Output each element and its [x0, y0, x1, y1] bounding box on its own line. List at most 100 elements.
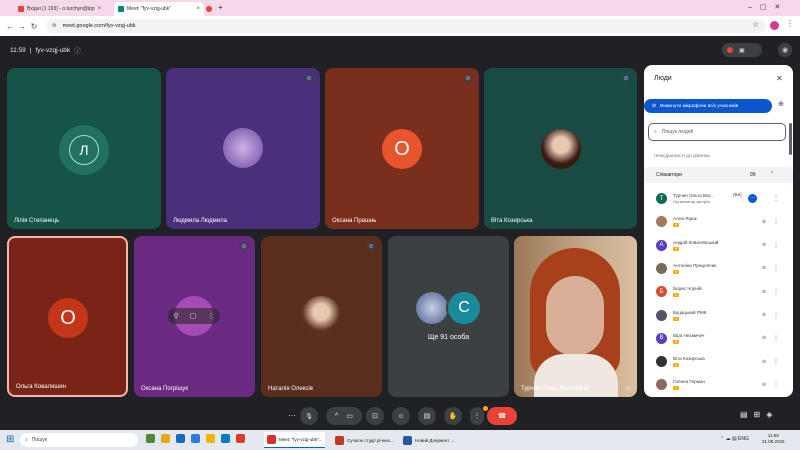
taskbar-app[interactable]: Сучасні студії річних... [332, 432, 397, 448]
windows-taskbar: ⊞ ⌕ Пошук Meet: "fyv-vzqj-ubk"... Сучасні… [0, 430, 800, 450]
star-icon[interactable]: ☆ [752, 20, 759, 29]
participant-row[interactable]: Галина Герман ✎ ⊘ ⋮ [644, 373, 793, 396]
participant-text: Турчин Ольга Вас... Організатор зустрічі [673, 193, 715, 205]
mic-off-icon[interactable]: ⊘ [762, 242, 766, 248]
close-icon[interactable]: × [98, 6, 102, 12]
participant-row[interactable]: Антоніна Прицепчик ✎ ⊘ ⋮ [644, 257, 793, 280]
reactions-button[interactable]: ☺ [392, 407, 410, 425]
add-person-icon[interactable]: ⊕ [778, 100, 784, 108]
back-icon[interactable]: ← [4, 22, 16, 31]
tile-hover-controls[interactable]: ⚲ ▢ ⋮ [168, 308, 220, 324]
participant-avatar: Т [656, 193, 667, 204]
participant-tile-video[interactable]: Турчин Ольга Василівна ▭ [514, 236, 637, 397]
mic-button[interactable]: 🎙 [300, 407, 318, 425]
more-icon[interactable]: ⋮ [773, 358, 779, 365]
more-participants-tile[interactable]: С Ще 91 особа [388, 236, 509, 397]
more-icon[interactable]: ⋮ [773, 288, 779, 295]
participant-tile-speaking[interactable]: О Ольга Ковалишин [7, 236, 128, 397]
mic-off-icon[interactable]: ⊘ [762, 382, 766, 388]
widget-icon[interactable] [146, 434, 155, 443]
participant-row[interactable]: Б Борис Чорній ✎ ⊘ ⋮ [644, 280, 793, 303]
more-icon[interactable]: ⋮ [773, 381, 779, 388]
raise-hand-button[interactable]: ✋ [444, 407, 462, 425]
reload-icon[interactable]: ↻ [28, 22, 40, 31]
mute-all-button[interactable]: ⊘ Вимкнути мікрофони всіх учасників [644, 99, 772, 113]
language-indicator[interactable]: ENG [738, 436, 749, 442]
copilot-icon[interactable] [161, 434, 170, 443]
participant-avatar [656, 309, 667, 321]
app-icon [267, 435, 276, 444]
cohost-badge-icon: ✎ [673, 246, 679, 251]
mic-off-icon[interactable]: ⊘ [762, 219, 766, 225]
chevron-up-icon[interactable]: ^ [335, 413, 338, 420]
search-people-field[interactable]: ⌕ Пошук людей [648, 123, 786, 141]
taskbar-search[interactable]: ⌕ Пошук [20, 433, 138, 447]
participant-row[interactable]: В Віра Незамчич ✎ ⊘ ⋮ [644, 327, 793, 350]
more-icon[interactable]: ⋮ [773, 218, 779, 225]
forward-icon[interactable]: → [16, 22, 28, 31]
participant-row[interactable]: А Андрій Ковалевський ✎ ⊘ ⋮ [644, 234, 793, 257]
more-icon[interactable]: ⋮ [773, 195, 779, 202]
tab-meet-active[interactable]: Meet: "fyv-vzqj-ubk" × [114, 2, 204, 16]
participant-tile[interactable]: ⊘ Віта Козирська [484, 68, 637, 229]
mic-off-icon[interactable]: ⊘ [762, 289, 766, 295]
close-icon[interactable]: × [196, 6, 200, 12]
present-button[interactable]: ⊡ [366, 407, 384, 425]
cohost-badge-icon: ✎ [673, 269, 679, 274]
chevron-up-icon[interactable]: ⌃ [770, 171, 774, 177]
participant-row[interactable]: Буцацький РМК ✎ ⊘ ⋮ [644, 304, 793, 327]
chrome-icon[interactable] [236, 434, 245, 443]
mic-off-icon[interactable]: ⊘ [762, 359, 766, 365]
participant-row[interactable]: Віта Козирська ✎ ⊘ ⋮ [644, 350, 793, 373]
participant-row[interactable]: Т Турчин Ольга Вас... Організатор зустрічі… [644, 187, 793, 210]
more-icon[interactable]: ⋮ [773, 242, 779, 249]
end-call-button[interactable]: ☎ [487, 407, 517, 425]
edge-icon[interactable] [176, 434, 185, 443]
profile-avatar[interactable] [770, 21, 779, 30]
participant-tile[interactable]: ⊘ ⚲ ▢ ⋮ Оксана Погрішук [134, 236, 255, 397]
recording-indicator[interactable]: ▣ [722, 43, 762, 57]
tab-gmail[interactable]: Вхідні (1 193) - o.turchyn@ipp × [14, 2, 102, 16]
taskbar-app[interactable]: Новий Документ ... [400, 432, 457, 448]
windows-start-icon[interactable]: ⊞ [6, 434, 14, 445]
browser-tab-bar: Вхідні (1 193) - o.turchyn@ipp × Meet: "… [0, 0, 800, 16]
camera-button[interactable]: ^ ▭ [326, 407, 362, 425]
browser-menu-icon[interactable]: ⋮ [786, 19, 794, 28]
mic-off-icon[interactable]: ⊘ [762, 312, 766, 318]
tab-meet-2[interactable] [206, 2, 216, 16]
participant-tile[interactable]: ⊘ Людмила Людмила [166, 68, 320, 229]
frame-icon[interactable]: ▢ [190, 312, 197, 320]
more-icon[interactable]: ⋮ [207, 312, 214, 320]
site-info-icon[interactable]: ⊜ [52, 23, 57, 29]
group-row[interactable]: Співавтори 99 ⌃ [644, 167, 793, 183]
more-icon[interactable]: ⋮ [773, 335, 779, 342]
more-actions-button[interactable]: ⋮ [470, 407, 484, 425]
app-label: Meet: "fyv-vzqj-ubk"... [279, 437, 323, 442]
more-icon[interactable]: ⋮ [773, 265, 779, 272]
new-tab-button[interactable]: + [218, 3, 223, 12]
explorer-icon[interactable] [206, 434, 215, 443]
store-icon[interactable] [191, 434, 200, 443]
participant-tile[interactable]: ⊘ О Оксана Прашнь [325, 68, 479, 229]
more-icon[interactable]: ⋮ [773, 312, 779, 319]
close-icon[interactable]: ✕ [776, 74, 783, 83]
window-controls[interactable]: –▢✕ [748, 3, 788, 11]
mic-off-icon[interactable]: ⊘ [762, 335, 766, 341]
participant-tile[interactable]: ⊘ Наталія Олексів [261, 236, 382, 397]
info-icon[interactable]: ⓘ [74, 45, 81, 55]
pin-icon[interactable]: ⚲ [174, 312, 179, 320]
account-icon[interactable]: ◉ [778, 43, 792, 57]
system-clock[interactable]: 11:59 21.08.2026 [762, 433, 785, 445]
url-field[interactable]: ⊜ meet.google.com/fyv-vzqj-ubk [46, 19, 766, 33]
scrollbar[interactable] [789, 123, 792, 155]
captions-button[interactable]: ▤ [418, 407, 436, 425]
more-options-button[interactable]: ⋯ [285, 407, 299, 425]
participant-tile[interactable]: Л Лілія Степанець [7, 68, 161, 229]
screen-icon[interactable]: ▭ [625, 385, 631, 392]
mic-off-icon[interactable]: ⊘ [762, 265, 766, 271]
tray-icons[interactable]: ⌃ ☁ ▤ [720, 436, 737, 442]
outlook-icon[interactable] [221, 434, 230, 443]
taskbar-app[interactable]: Meet: "fyv-vzqj-ubk"... [264, 432, 326, 448]
participant-row[interactable]: Алла Яцюк ✎ ⊘ ⋮ [644, 210, 793, 233]
side-panel-icons[interactable]: ▤⊞◈ [740, 410, 778, 419]
